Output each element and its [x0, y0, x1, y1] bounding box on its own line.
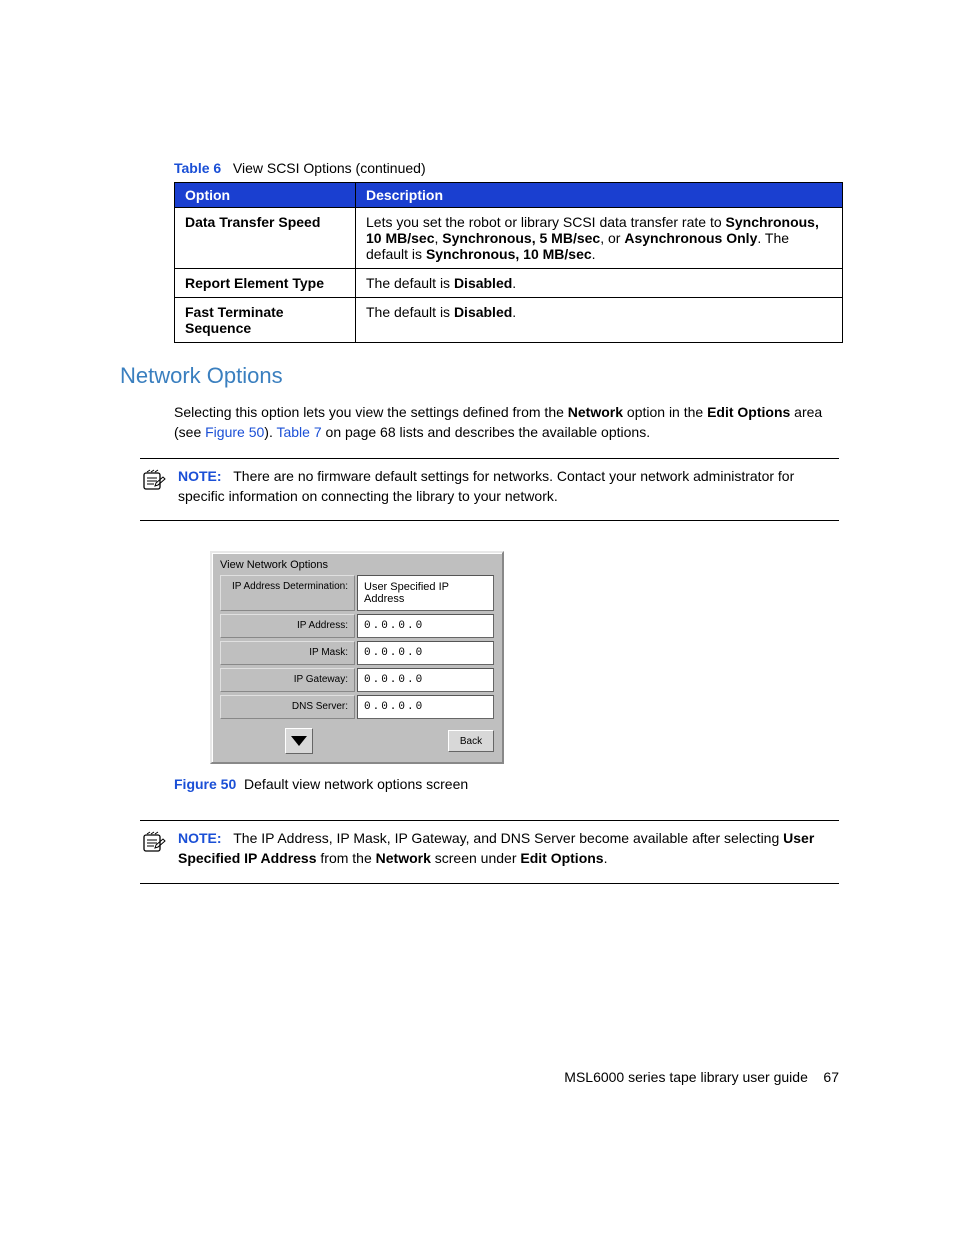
lcd-title: View Network Options [212, 553, 502, 575]
note-text: NOTE: There are no firmware default sett… [178, 467, 839, 506]
lcd-value: 0.0.0.0 [357, 641, 494, 665]
table-row: Report Element Type The default is Disab… [175, 269, 843, 298]
footer-title: MSL6000 series tape library user guide [564, 1069, 808, 1085]
col-option: Option [175, 183, 356, 208]
lcd-value: 0.0.0.0 [357, 695, 494, 719]
lcd-label: IP Address Determination: [220, 575, 355, 611]
table-title: View SCSI Options (continued) [233, 160, 426, 176]
table-row: Data Transfer Speed Lets you set the rob… [175, 208, 843, 269]
note-text: NOTE: The IP Address, IP Mask, IP Gatewa… [178, 829, 839, 868]
table-caption: Table 6 View SCSI Options (continued) [174, 160, 839, 176]
lcd-label: IP Address: [220, 614, 355, 638]
desc-cell: The default is Disabled. [356, 298, 843, 343]
page-footer: MSL6000 series tape library user guide 6… [564, 1069, 839, 1085]
table-label: Table 6 [174, 160, 221, 176]
back-button[interactable]: Back [448, 730, 494, 752]
lcd-value: User Specified IP Address [357, 575, 494, 611]
scsi-options-table: Option Description Data Transfer Speed L… [174, 182, 843, 343]
table-row: Fast Terminate Sequence The default is D… [175, 298, 843, 343]
lcd-value: 0.0.0.0 [357, 668, 494, 692]
scroll-down-button[interactable] [285, 728, 313, 754]
note-icon [140, 467, 168, 506]
lcd-label: DNS Server: [220, 695, 355, 719]
desc-cell: The default is Disabled. [356, 269, 843, 298]
lcd-value: 0.0.0.0 [357, 614, 494, 638]
opt-cell: Report Element Type [175, 269, 356, 298]
desc-cell: Lets you set the robot or library SCSI d… [356, 208, 843, 269]
figure-caption: Figure 50 Default view network options s… [174, 776, 839, 792]
lcd-screenshot: View Network Options IP Address Determin… [210, 551, 839, 764]
section-heading: Network Options [120, 363, 839, 389]
opt-cell: Fast Terminate Sequence [175, 298, 356, 343]
note-label: NOTE: [178, 468, 222, 484]
col-description: Description [356, 183, 843, 208]
note-icon [140, 829, 168, 868]
page-number: 67 [823, 1069, 839, 1085]
note-label: NOTE: [178, 830, 222, 846]
lcd-label: IP Gateway: [220, 668, 355, 692]
opt-cell: Data Transfer Speed [175, 208, 356, 269]
note-block-2: NOTE: The IP Address, IP Mask, IP Gatewa… [140, 820, 839, 883]
note-block-1: NOTE: There are no firmware default sett… [140, 458, 839, 521]
xref-figure-50[interactable]: Figure 50 [205, 424, 264, 440]
intro-paragraph: Selecting this option lets you view the … [174, 403, 839, 442]
xref-table-7[interactable]: Table 7 [276, 424, 321, 440]
lcd-label: IP Mask: [220, 641, 355, 665]
figure-label: Figure 50 [174, 776, 236, 792]
